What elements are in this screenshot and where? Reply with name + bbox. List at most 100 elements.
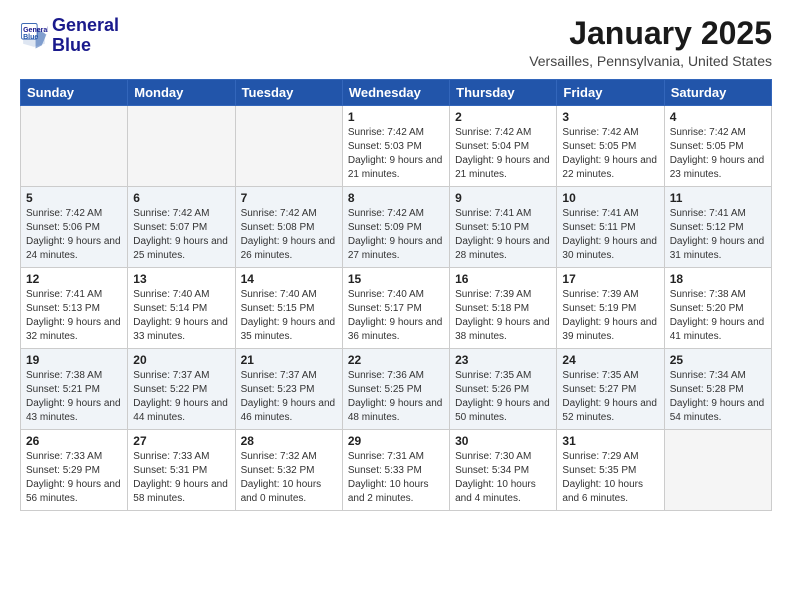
calendar-cell: 28 Sunrise: 7:32 AM Sunset: 5:32 PM Dayli…	[235, 430, 342, 511]
calendar-body: 1 Sunrise: 7:42 AM Sunset: 5:03 PM Daylig…	[21, 106, 772, 511]
day-info: Sunrise: 7:39 AM Sunset: 5:18 PM Dayligh…	[455, 288, 551, 344]
th-tuesday: Tuesday	[235, 80, 342, 106]
calendar-cell: 22Sunrise: 7:36 AM Sunset: 5:25 PM Dayli…	[342, 349, 449, 430]
day-number: 17	[562, 272, 658, 286]
day-number: 26	[26, 434, 122, 448]
logo-line1: General	[52, 16, 119, 36]
calendar-cell	[21, 106, 128, 187]
day-number: 1	[348, 110, 444, 124]
day-number: 28	[241, 434, 337, 448]
day-number: 7	[241, 191, 337, 205]
logo: General Blue General Blue	[20, 16, 119, 56]
day-number: 10	[562, 191, 658, 205]
day-number: 29	[348, 434, 444, 448]
calendar-cell: 14 Sunrise: 7:40 AM Sunset: 5:15 PM Dayli…	[235, 268, 342, 349]
day-number: 21	[241, 353, 337, 367]
page: General Blue General Blue January 2025 V…	[0, 0, 792, 612]
day-number: 30	[455, 434, 551, 448]
day-info: Sunrise: 7:41 AM Sunset: 5:12 PM Dayligh…	[670, 207, 766, 263]
calendar-cell: 12Sunrise: 7:41 AM Sunset: 5:13 PM Dayli…	[21, 268, 128, 349]
day-number: 15	[348, 272, 444, 286]
day-number: 19	[26, 353, 122, 367]
calendar-cell: 6 Sunrise: 7:42 AM Sunset: 5:07 PM Daylig…	[128, 187, 235, 268]
location: Versailles, Pennsylvania, United States	[529, 53, 772, 69]
day-info: Sunrise: 7:33 AM Sunset: 5:31 PM Dayligh…	[133, 450, 229, 506]
logo-icon: General Blue	[20, 22, 48, 50]
th-wednesday: Wednesday	[342, 80, 449, 106]
th-thursday: Thursday	[450, 80, 557, 106]
calendar-cell: 18Sunrise: 7:38 AM Sunset: 5:20 PM Dayli…	[664, 268, 771, 349]
calendar-cell	[128, 106, 235, 187]
day-info: Sunrise: 7:42 AM Sunset: 5:07 PM Dayligh…	[133, 207, 229, 263]
calendar-cell: 15Sunrise: 7:40 AM Sunset: 5:17 PM Dayli…	[342, 268, 449, 349]
th-saturday: Saturday	[664, 80, 771, 106]
day-info: Sunrise: 7:37 AM Sunset: 5:23 PM Dayligh…	[241, 369, 337, 425]
calendar-header-row: Sunday Monday Tuesday Wednesday Thursday…	[21, 80, 772, 106]
day-info: Sunrise: 7:39 AM Sunset: 5:19 PM Dayligh…	[562, 288, 658, 344]
calendar-week-3: 19 Sunrise: 7:38 AM Sunset: 5:21 PM Dayli…	[21, 349, 772, 430]
header: General Blue General Blue January 2025 V…	[20, 16, 772, 69]
day-info: Sunrise: 7:41 AM Sunset: 5:10 PM Dayligh…	[455, 207, 551, 263]
th-friday: Friday	[557, 80, 664, 106]
day-info: Sunrise: 7:37 AM Sunset: 5:22 PM Dayligh…	[133, 369, 229, 425]
day-info: Sunrise: 7:42 AM Sunset: 5:08 PM Dayligh…	[241, 207, 337, 263]
logo-line2: Blue	[52, 36, 119, 56]
day-info: Sunrise: 7:33 AM Sunset: 5:29 PM Dayligh…	[26, 450, 122, 506]
calendar-cell: 2 Sunrise: 7:42 AM Sunset: 5:04 PM Daylig…	[450, 106, 557, 187]
calendar-table: Sunday Monday Tuesday Wednesday Thursday…	[20, 79, 772, 511]
day-number: 25	[670, 353, 766, 367]
calendar-cell: 23 Sunrise: 7:35 AM Sunset: 5:26 PM Dayli…	[450, 349, 557, 430]
month-title: January 2025	[529, 16, 772, 51]
day-number: 3	[562, 110, 658, 124]
calendar-cell: 29 Sunrise: 7:31 AM Sunset: 5:33 PM Dayli…	[342, 430, 449, 511]
day-info: Sunrise: 7:35 AM Sunset: 5:26 PM Dayligh…	[455, 369, 551, 425]
day-info: Sunrise: 7:40 AM Sunset: 5:15 PM Dayligh…	[241, 288, 337, 344]
calendar-week-0: 1 Sunrise: 7:42 AM Sunset: 5:03 PM Daylig…	[21, 106, 772, 187]
calendar-week-1: 5Sunrise: 7:42 AM Sunset: 5:06 PM Daylig…	[21, 187, 772, 268]
calendar-cell: 24Sunrise: 7:35 AM Sunset: 5:27 PM Dayli…	[557, 349, 664, 430]
day-number: 23	[455, 353, 551, 367]
title-area: January 2025 Versailles, Pennsylvania, U…	[529, 16, 772, 69]
calendar-cell: 25Sunrise: 7:34 AM Sunset: 5:28 PM Dayli…	[664, 349, 771, 430]
th-sunday: Sunday	[21, 80, 128, 106]
day-info: Sunrise: 7:29 AM Sunset: 5:35 PM Dayligh…	[562, 450, 658, 506]
day-info: Sunrise: 7:42 AM Sunset: 5:06 PM Dayligh…	[26, 207, 122, 263]
calendar-cell: 9 Sunrise: 7:41 AM Sunset: 5:10 PM Daylig…	[450, 187, 557, 268]
day-number: 14	[241, 272, 337, 286]
calendar-cell: 4 Sunrise: 7:42 AM Sunset: 5:05 PM Daylig…	[664, 106, 771, 187]
th-monday: Monday	[128, 80, 235, 106]
calendar-cell: 20Sunrise: 7:37 AM Sunset: 5:22 PM Dayli…	[128, 349, 235, 430]
day-info: Sunrise: 7:38 AM Sunset: 5:21 PM Dayligh…	[26, 369, 122, 425]
calendar-cell	[664, 430, 771, 511]
day-number: 16	[455, 272, 551, 286]
calendar-cell: 11 Sunrise: 7:41 AM Sunset: 5:12 PM Dayli…	[664, 187, 771, 268]
day-number: 6	[133, 191, 229, 205]
day-number: 9	[455, 191, 551, 205]
day-info: Sunrise: 7:42 AM Sunset: 5:03 PM Dayligh…	[348, 126, 444, 182]
calendar-cell: 26 Sunrise: 7:33 AM Sunset: 5:29 PM Dayli…	[21, 430, 128, 511]
calendar-cell: 3 Sunrise: 7:42 AM Sunset: 5:05 PM Daylig…	[557, 106, 664, 187]
day-info: Sunrise: 7:36 AM Sunset: 5:25 PM Dayligh…	[348, 369, 444, 425]
day-number: 4	[670, 110, 766, 124]
calendar-cell: 19 Sunrise: 7:38 AM Sunset: 5:21 PM Dayli…	[21, 349, 128, 430]
day-info: Sunrise: 7:32 AM Sunset: 5:32 PM Dayligh…	[241, 450, 337, 506]
day-info: Sunrise: 7:42 AM Sunset: 5:05 PM Dayligh…	[670, 126, 766, 182]
day-info: Sunrise: 7:30 AM Sunset: 5:34 PM Dayligh…	[455, 450, 551, 506]
calendar-cell: 31Sunrise: 7:29 AM Sunset: 5:35 PM Dayli…	[557, 430, 664, 511]
logo-text: General Blue	[52, 16, 119, 56]
day-number: 24	[562, 353, 658, 367]
day-info: Sunrise: 7:42 AM Sunset: 5:09 PM Dayligh…	[348, 207, 444, 263]
day-number: 11	[670, 191, 766, 205]
day-number: 2	[455, 110, 551, 124]
calendar-cell	[235, 106, 342, 187]
calendar-cell: 5Sunrise: 7:42 AM Sunset: 5:06 PM Daylig…	[21, 187, 128, 268]
day-info: Sunrise: 7:40 AM Sunset: 5:14 PM Dayligh…	[133, 288, 229, 344]
day-info: Sunrise: 7:31 AM Sunset: 5:33 PM Dayligh…	[348, 450, 444, 506]
day-info: Sunrise: 7:42 AM Sunset: 5:05 PM Dayligh…	[562, 126, 658, 182]
day-number: 13	[133, 272, 229, 286]
day-number: 12	[26, 272, 122, 286]
calendar-cell: 27Sunrise: 7:33 AM Sunset: 5:31 PM Dayli…	[128, 430, 235, 511]
day-info: Sunrise: 7:42 AM Sunset: 5:04 PM Dayligh…	[455, 126, 551, 182]
day-info: Sunrise: 7:38 AM Sunset: 5:20 PM Dayligh…	[670, 288, 766, 344]
calendar-cell: 16 Sunrise: 7:39 AM Sunset: 5:18 PM Dayli…	[450, 268, 557, 349]
